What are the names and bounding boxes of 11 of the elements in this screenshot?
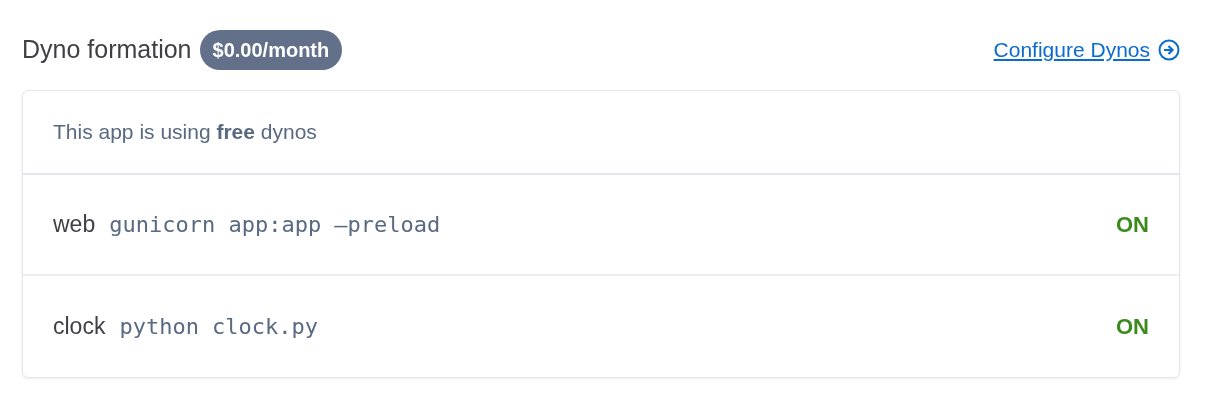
arrow-circle-icon: [1158, 39, 1180, 61]
configure-dynos-link[interactable]: Configure Dynos: [993, 34, 1150, 66]
dyno-name: clock: [53, 312, 106, 342]
dyno-status: ON: [1116, 211, 1149, 239]
section-title: Dyno formation: [22, 34, 192, 66]
dyno-command: gunicorn app:app —preload: [109, 211, 441, 239]
dyno-name: web: [53, 210, 96, 240]
dyno-status: ON: [1116, 313, 1149, 341]
cost-badge: $0.00/month: [199, 30, 343, 70]
dyno-command: python clock.py: [119, 313, 319, 341]
free-dynos-notice: This app is using free dynos: [53, 119, 317, 146]
